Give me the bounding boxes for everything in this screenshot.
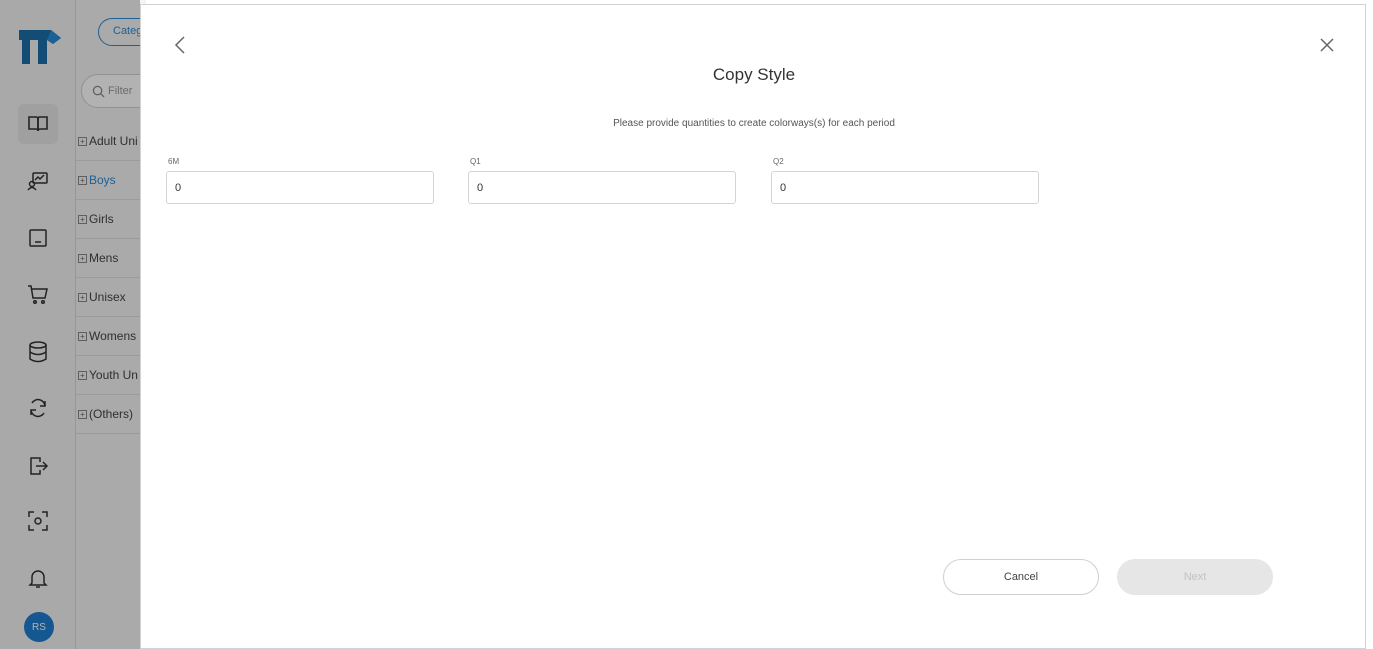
database-icon[interactable] (18, 332, 58, 372)
modal-subtitle: Please provide quantities to create colo… (613, 118, 895, 129)
nav-rail: RS (0, 0, 76, 649)
modal-title: Copy Style (712, 65, 796, 84)
back-arrow-icon[interactable] (169, 33, 193, 57)
search-icon (92, 85, 105, 98)
tree-item[interactable]: + Boys (76, 161, 146, 200)
category-tree: + Adult Uni + Boys + Girls + Mens + Unisex + W… (76, 122, 146, 434)
tree-item-label: Girls (89, 212, 114, 226)
export-icon[interactable] (18, 446, 58, 486)
field-label: Q2 (773, 157, 784, 166)
tray-icon[interactable] (18, 218, 58, 258)
expand-icon[interactable]: + (78, 136, 87, 146)
filter-placeholder: Filter (108, 85, 133, 97)
tree-item-label: Youth Un (89, 368, 138, 382)
category-panel: Categ Filter + Adult Uni + Boys + Girls + Me… (76, 0, 178, 649)
tree-item-label: Adult Uni (89, 134, 138, 148)
tree-item[interactable]: + Womens (76, 317, 146, 356)
cancel-button[interactable]: Cancel (943, 559, 1099, 595)
expand-icon[interactable]: + (78, 214, 87, 224)
sync-icon[interactable] (18, 388, 58, 428)
next-button[interactable]: Next (1117, 559, 1273, 595)
scan-icon[interactable] (18, 501, 58, 541)
tree-item-label: Mens (89, 251, 119, 265)
quantity-input-6m[interactable] (166, 171, 434, 204)
field-label: 6M (168, 157, 180, 166)
expand-icon[interactable]: + (78, 370, 87, 380)
expand-icon[interactable]: + (78, 175, 87, 185)
period-field-q2: Q2 (771, 157, 1039, 204)
tree-item[interactable]: + Unisex (76, 278, 146, 317)
logo-icon[interactable] (17, 28, 63, 66)
tree-item[interactable]: + Youth Un (76, 356, 146, 395)
tree-item[interactable]: + Mens (76, 239, 146, 278)
tree-item-label: Unisex (89, 290, 126, 304)
expand-icon[interactable]: + (78, 292, 87, 302)
close-icon[interactable] (1315, 33, 1339, 57)
field-label: Q1 (470, 157, 481, 166)
person-chart-icon[interactable] (18, 161, 58, 201)
expand-icon[interactable]: + (78, 409, 87, 419)
tree-item[interactable]: + Girls (76, 200, 146, 239)
bell-icon[interactable] (18, 558, 58, 598)
tree-item-label: Boys (89, 173, 116, 187)
quantity-input-q1[interactable] (468, 171, 736, 204)
avatar[interactable]: RS (24, 612, 54, 642)
tree-item[interactable]: + (Others) (76, 395, 146, 434)
expand-icon[interactable]: + (78, 331, 87, 341)
tree-item-label: Womens (89, 329, 137, 343)
period-field-6m: 6M (166, 157, 434, 204)
app-window: RS Categ Filter + Adult Uni + Boys + Girls … (0, 0, 1373, 649)
book-icon[interactable] (18, 104, 58, 144)
cart-icon[interactable] (18, 274, 58, 314)
copy-style-modal: Copy Style Please provide quantities to … (140, 4, 1366, 649)
tree-item[interactable]: + Adult Uni (76, 122, 146, 161)
period-field-q1: Q1 (468, 157, 736, 204)
tree-item-label: (Others) (89, 407, 134, 421)
expand-icon[interactable]: + (78, 253, 87, 263)
quantity-input-q2[interactable] (771, 171, 1039, 204)
